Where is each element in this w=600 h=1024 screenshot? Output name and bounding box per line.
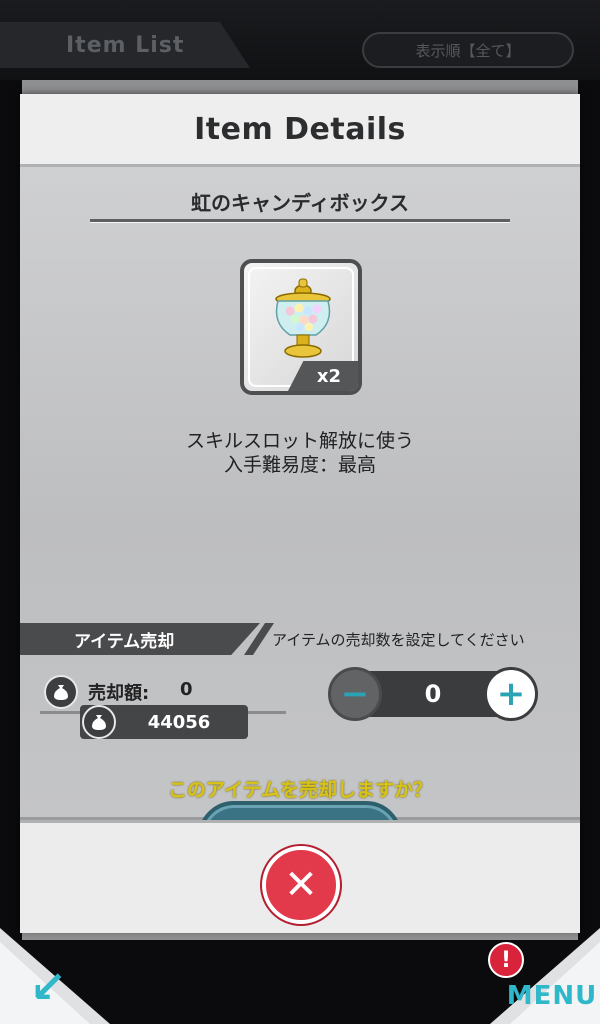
money-bag-icon xyxy=(44,675,78,709)
sell-section-tab: アイテム売却 xyxy=(20,623,260,655)
sell-confirm-question: このアイテムを売却しますか？ xyxy=(167,779,433,801)
money-bag-icon xyxy=(82,705,116,739)
close-button[interactable]: ✕ xyxy=(262,846,340,924)
item-icon-frame: x2 xyxy=(240,259,362,395)
sale-amount-label: 売却額: xyxy=(88,683,150,704)
menu-alert-badge: ! xyxy=(488,942,524,978)
item-description: スキルスロット解放に使う 入手難易度：最高 xyxy=(20,429,580,477)
modal-body: 虹のキャンディボックス x2 スキルスロット解放に使う 入手難易度：最高 アイテ… xyxy=(20,167,580,873)
item-details-modal: Item Details 虹のキャンディボックス x2 スキルスロット解放に使う… xyxy=(20,94,580,933)
sell-instruction: アイテムの売却数を設定してください xyxy=(272,631,525,649)
back-arrow-icon[interactable]: ↙ xyxy=(16,962,80,1013)
modal-header: Item Details xyxy=(20,94,580,167)
increment-button[interactable]: + xyxy=(484,667,538,721)
sort-order-button[interactable]: 表示順【全て】 xyxy=(362,32,574,68)
candy-box-icon xyxy=(275,278,331,358)
item-name-divider xyxy=(90,219,510,223)
item-description-line: スキルスロット解放に使う xyxy=(185,430,414,452)
sale-amount-value: 0 xyxy=(180,679,193,700)
menu-button[interactable]: MENU xyxy=(507,976,597,1016)
stepper-value: 0 xyxy=(424,680,442,708)
item-list-title: Item List xyxy=(0,22,250,68)
quantity-stepper: 0 − + xyxy=(328,667,538,721)
decrement-button[interactable]: − xyxy=(328,667,382,721)
money-total-value: 44056 xyxy=(147,711,211,733)
modal-title: Item Details xyxy=(194,111,406,147)
item-description-line: 入手難易度：最高 xyxy=(223,454,376,476)
item-name: 虹のキャンディボックス xyxy=(191,191,409,215)
